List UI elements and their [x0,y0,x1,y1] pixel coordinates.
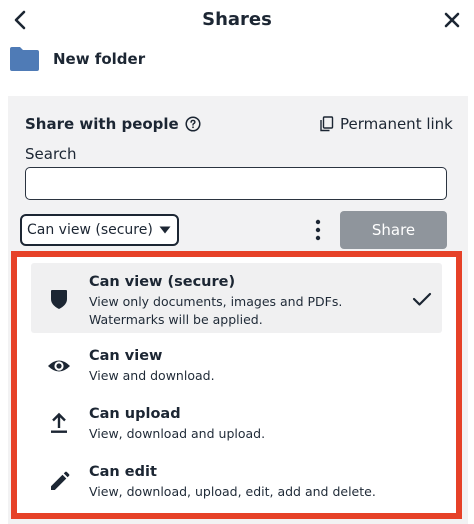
option-can-view-secure[interactable]: Can view (secure) View only documents, i… [31,263,442,333]
option-description: View and download. [89,368,215,383]
share-with-label: Share with people [25,115,179,133]
folder-name: New folder [53,50,146,68]
help-icon[interactable] [185,116,201,132]
folder-icon [10,47,39,71]
share-with-heading: Share with people [25,115,201,133]
search-input[interactable] [25,167,447,200]
option-description: View only documents, images and PDFs. [89,294,343,309]
permanent-link-label: Permanent link [340,115,453,133]
permission-select-value: Can view (secure) [27,222,153,238]
shield-icon [51,290,67,309]
header: Shares [0,0,474,40]
permission-dropdown: Can view (secure) View only documents, i… [11,251,462,519]
more-vertical-icon[interactable] [312,219,324,241]
option-description: View, download and upload. [89,426,266,441]
option-can-upload[interactable]: Can upload View, download and upload. [31,399,442,449]
option-title: Can view [89,348,163,364]
eye-icon [48,360,70,372]
check-icon [412,292,432,306]
option-title: Can upload [89,406,181,422]
upload-icon [51,412,67,433]
permission-select[interactable]: Can view (secure) [20,214,179,246]
caret-down-icon [159,226,171,234]
option-description-note: Watermarks will be applied. [89,312,263,327]
folder-row: New folder [8,44,145,74]
option-can-view[interactable]: Can view View and download. [31,341,442,391]
page-title: Shares [202,9,272,30]
option-title: Can edit [89,464,157,480]
option-can-edit[interactable]: Can edit View, download, upload, edit, a… [31,457,442,507]
search-label: Search [25,145,77,163]
copy-icon [320,116,334,132]
share-button[interactable]: Share [340,211,447,249]
option-title: Can view (secure) [89,274,236,290]
pencil-icon [51,471,70,490]
option-description: View, download, upload, edit, add and de… [89,484,376,499]
close-icon[interactable] [440,8,464,32]
permanent-link[interactable]: Permanent link [319,115,453,133]
